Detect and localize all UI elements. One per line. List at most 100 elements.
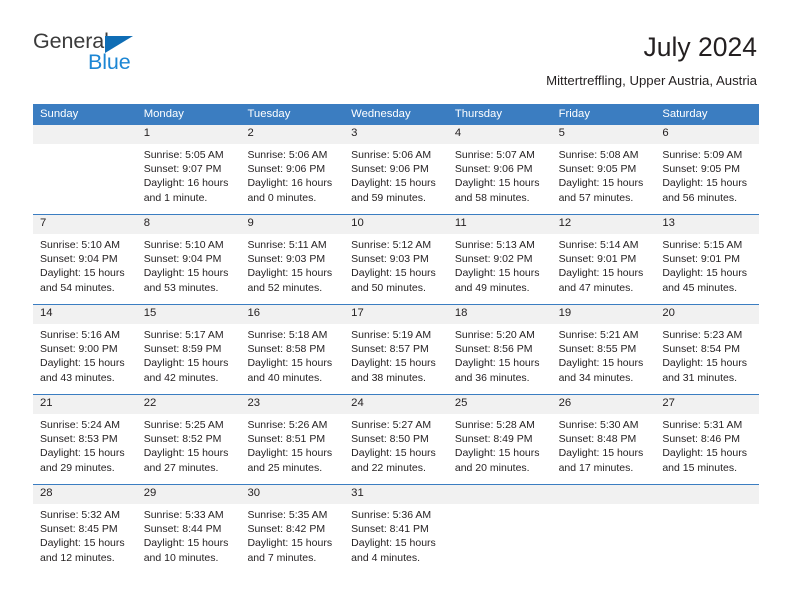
calendar-day-cell[interactable]: 13 Sunrise: 5:15 AM Sunset: 9:01 PM Dayligh…: [655, 215, 760, 304]
daylight-text: Daylight: 15 hours and 27 minutes.: [143, 447, 229, 474]
day-number: 5: [551, 125, 656, 144]
calendar-day-cell[interactable]: 3 Sunrise: 5:06 AM Sunset: 9:06 PM Daylight…: [344, 125, 448, 214]
sunset-text: Sunset: 9:02 PM: [454, 253, 533, 266]
calendar-day-cell[interactable]: 2 Sunrise: 5:06 AM Sunset: 9:06 PM Daylight…: [240, 125, 345, 214]
day-number: 3: [344, 125, 448, 144]
calendar-day-cell[interactable]: 17 Sunrise: 5:19 AM Sunset: 8:57 PM Dayligh…: [344, 305, 448, 394]
day-number: 2: [240, 125, 345, 144]
day-sun-info: Sunrise: 5:20 AM Sunset: 8:56 PM Daylight:…: [448, 324, 552, 385]
calendar-day-cell[interactable]: 26 Sunrise: 5:30 AM Sunset: 8:48 PM Dayligh…: [551, 395, 656, 484]
calendar-day-cell[interactable]: 5 Sunrise: 5:08 AM Sunset: 9:05 PM Daylight…: [551, 125, 656, 214]
sunset-text: Sunset: 9:06 PM: [454, 163, 533, 176]
sunset-text: Sunset: 8:58 PM: [247, 343, 326, 356]
day-sun-info: Sunrise: 5:18 AM Sunset: 8:58 PM Daylight:…: [240, 324, 344, 385]
calendar-day-cell[interactable]: 11 Sunrise: 5:13 AM Sunset: 9:02 PM Dayligh…: [447, 215, 552, 304]
day-number: 14: [33, 305, 137, 324]
sunrise-text: Sunrise: 5:17 AM: [143, 329, 224, 341]
calendar-day-cell[interactable]: 7 Sunrise: 5:10 AM Sunset: 9:04 PM Daylight…: [33, 215, 137, 304]
calendar-day-cell[interactable]: 6 Sunrise: 5:09 AM Sunset: 9:05 PM Daylight…: [655, 125, 760, 214]
calendar-day-cell[interactable]: 12 Sunrise: 5:14 AM Sunset: 9:01 PM Dayligh…: [551, 215, 656, 304]
day-sun-info: Sunrise: 5:17 AM Sunset: 8:59 PM Daylight:…: [137, 324, 241, 385]
sunrise-text: Sunrise: 5:25 AM: [143, 419, 224, 431]
sunset-text: Sunset: 9:04 PM: [40, 253, 118, 266]
daylight-text: Daylight: 15 hours and 54 minutes.: [40, 267, 125, 294]
day-number: 10: [344, 215, 448, 234]
calendar-day-cell[interactable]: 22 Sunrise: 5:25 AM Sunset: 8:52 PM Dayligh…: [136, 395, 241, 484]
calendar-day-cell[interactable]: 29 Sunrise: 5:33 AM Sunset: 8:44 PM Dayligh…: [136, 485, 241, 574]
daylight-text: Daylight: 15 hours and 52 minutes.: [247, 267, 333, 294]
daylight-text: Daylight: 15 hours and 42 minutes.: [143, 357, 229, 384]
daylight-text: Daylight: 15 hours and 45 minutes.: [662, 267, 747, 294]
day-sun-info: Sunrise: 5:19 AM Sunset: 8:57 PM Daylight:…: [344, 324, 448, 385]
weekday-header-monday: Monday: [143, 108, 184, 120]
sunrise-text: Sunrise: 5:26 AM: [247, 419, 328, 431]
calendar-day-cell[interactable]: 27 Sunrise: 5:31 AM Sunset: 8:46 PM Dayligh…: [655, 395, 760, 484]
calendar-day-cell[interactable]: 1 Sunrise: 5:05 AM Sunset: 9:07 PM Daylight…: [136, 125, 241, 214]
sunrise-text: Sunrise: 5:31 AM: [662, 419, 743, 431]
day-sun-info: Sunrise: 5:21 AM Sunset: 8:55 PM Daylight:…: [552, 324, 656, 385]
day-sun-info: Sunrise: 5:12 AM Sunset: 9:03 PM Daylight:…: [344, 234, 448, 295]
day-number: 28: [33, 485, 137, 504]
calendar-day-cell[interactable]: 30 Sunrise: 5:35 AM Sunset: 8:42 PM Dayligh…: [240, 485, 345, 574]
calendar-day-cell-empty: [551, 485, 656, 574]
sunset-text: Sunset: 9:01 PM: [662, 253, 740, 266]
sunset-text: Sunset: 9:03 PM: [247, 253, 326, 266]
calendar-day-cell[interactable]: 20 Sunrise: 5:23 AM Sunset: 8:54 PM Dayligh…: [655, 305, 760, 394]
sunset-text: Sunset: 8:52 PM: [143, 433, 222, 446]
calendar-day-cell[interactable]: 14 Sunrise: 5:16 AM Sunset: 9:00 PM Dayligh…: [33, 305, 137, 394]
daylight-text: Daylight: 15 hours and 15 minutes.: [662, 447, 747, 474]
calendar-day-cell[interactable]: 8 Sunrise: 5:10 AM Sunset: 9:04 PM Daylight…: [136, 215, 241, 304]
weekday-header-row: Sunday Monday Tuesday Wednesday Thursday…: [33, 104, 759, 125]
calendar-day-cell[interactable]: 15 Sunrise: 5:17 AM Sunset: 8:59 PM Dayligh…: [136, 305, 241, 394]
calendar-day-cell[interactable]: 31 Sunrise: 5:36 AM Sunset: 8:41 PM Dayligh…: [344, 485, 448, 574]
calendar-week-row: 1 Sunrise: 5:05 AM Sunset: 9:07 PM Daylight…: [33, 125, 760, 214]
daylight-text: Daylight: 16 hours and 1 minute.: [143, 177, 229, 204]
calendar-day-cell[interactable]: 23 Sunrise: 5:26 AM Sunset: 8:51 PM Dayligh…: [240, 395, 345, 484]
day-number: 9: [240, 215, 345, 234]
sunset-text: Sunset: 9:03 PM: [351, 253, 429, 266]
day-sun-info: Sunrise: 5:28 AM Sunset: 8:49 PM Daylight:…: [448, 414, 552, 475]
sunset-text: Sunset: 8:45 PM: [40, 523, 118, 536]
calendar-day-cell[interactable]: 24 Sunrise: 5:27 AM Sunset: 8:50 PM Dayligh…: [344, 395, 448, 484]
calendar-week-row: 14 Sunrise: 5:16 AM Sunset: 9:00 PM Dayligh…: [33, 304, 760, 394]
sunrise-text: Sunrise: 5:19 AM: [351, 329, 432, 341]
calendar-day-cell[interactable]: 19 Sunrise: 5:21 AM Sunset: 8:55 PM Dayligh…: [551, 305, 656, 394]
weekday-header-sunday: Sunday: [40, 108, 79, 120]
sunrise-text: Sunrise: 5:24 AM: [40, 419, 120, 431]
daylight-text: Daylight: 15 hours and 29 minutes.: [40, 447, 125, 474]
calendar-day-cell[interactable]: 18 Sunrise: 5:20 AM Sunset: 8:56 PM Dayligh…: [447, 305, 552, 394]
calendar-day-cell[interactable]: 21 Sunrise: 5:24 AM Sunset: 8:53 PM Dayligh…: [33, 395, 137, 484]
calendar-day-cell[interactable]: 28 Sunrise: 5:32 AM Sunset: 8:45 PM Dayligh…: [33, 485, 137, 574]
day-sun-info: Sunrise: 5:13 AM Sunset: 9:02 PM Daylight:…: [448, 234, 552, 295]
day-sun-info: Sunrise: 5:23 AM Sunset: 8:54 PM Daylight:…: [655, 324, 759, 385]
sunset-text: Sunset: 9:06 PM: [247, 163, 326, 176]
sunrise-text: Sunrise: 5:32 AM: [40, 509, 120, 521]
sunrise-text: Sunrise: 5:18 AM: [247, 329, 328, 341]
daylight-text: Daylight: 15 hours and 53 minutes.: [143, 267, 229, 294]
day-number: 31: [344, 485, 448, 504]
sunset-text: Sunset: 8:44 PM: [143, 523, 222, 536]
calendar-week-row: 21 Sunrise: 5:24 AM Sunset: 8:53 PM Dayligh…: [33, 394, 760, 484]
calendar-day-cell[interactable]: 10 Sunrise: 5:12 AM Sunset: 9:03 PM Dayligh…: [344, 215, 448, 304]
day-sun-info: Sunrise: 5:24 AM Sunset: 8:53 PM Daylight:…: [33, 414, 137, 475]
sunrise-text: Sunrise: 5:09 AM: [662, 149, 743, 161]
day-number: [447, 485, 552, 504]
calendar-day-cell[interactable]: 25 Sunrise: 5:28 AM Sunset: 8:49 PM Dayligh…: [447, 395, 552, 484]
day-sun-info: Sunrise: 5:08 AM Sunset: 9:05 PM Daylight:…: [552, 144, 656, 205]
day-sun-info: Sunrise: 5:30 AM Sunset: 8:48 PM Daylight:…: [552, 414, 656, 475]
calendar-day-cell[interactable]: 16 Sunrise: 5:18 AM Sunset: 8:58 PM Dayligh…: [240, 305, 345, 394]
day-number: 1: [136, 125, 241, 144]
daylight-text: Daylight: 15 hours and 20 minutes.: [454, 447, 540, 474]
sunrise-text: Sunrise: 5:27 AM: [351, 419, 432, 431]
general-blue-logo[interactable]: General Blue: [33, 30, 183, 79]
day-sun-info: Sunrise: 5:35 AM Sunset: 8:42 PM Daylight:…: [240, 504, 344, 565]
sunrise-text: Sunrise: 5:13 AM: [454, 239, 535, 251]
daylight-text: Daylight: 15 hours and 34 minutes.: [558, 357, 644, 384]
weekday-header-tuesday: Tuesday: [247, 108, 291, 120]
day-number: 25: [447, 395, 552, 414]
calendar-day-cell[interactable]: 4 Sunrise: 5:07 AM Sunset: 9:06 PM Daylight…: [447, 125, 552, 214]
day-sun-info: Sunrise: 5:09 AM Sunset: 9:05 PM Daylight:…: [655, 144, 759, 205]
daylight-text: Daylight: 15 hours and 43 minutes.: [40, 357, 125, 384]
day-sun-info: Sunrise: 5:15 AM Sunset: 9:01 PM Daylight:…: [655, 234, 759, 295]
calendar-day-cell[interactable]: 9 Sunrise: 5:11 AM Sunset: 9:03 PM Daylight…: [240, 215, 345, 304]
